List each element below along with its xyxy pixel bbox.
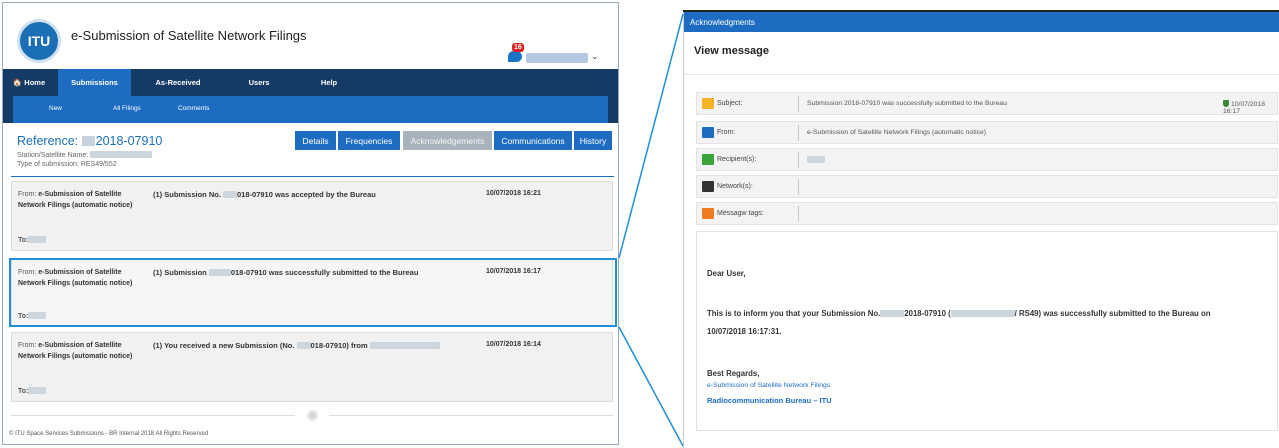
tab-history[interactable]: History <box>574 131 612 150</box>
submission-page: ITU e-Submission of Satellite Network Fi… <box>2 2 619 445</box>
message-date: 10/07/2018 16:21 <box>486 190 541 197</box>
message-from: From: e-Submission of Satellite Network … <box>18 191 133 209</box>
recipients-value <box>807 156 825 164</box>
tab-details[interactable]: Details <box>295 131 336 150</box>
loading-spinner-icon <box>307 410 318 421</box>
subject-value: Submission 2018-07910 was successfully s… <box>807 100 1007 107</box>
networks-field: Network(s): <box>696 175 1278 198</box>
message-item[interactable]: From: e-Submission of Satellite Network … <box>11 332 613 402</box>
nav-home[interactable]: 🏠 Home <box>11 69 47 96</box>
envelope-icon <box>702 98 714 109</box>
group-icon <box>702 154 714 165</box>
signature-line-2[interactable]: Radiocommunication Bureau – ITU <box>707 396 832 405</box>
redacted <box>81 136 95 146</box>
selection-highlight <box>9 258 617 327</box>
message-subject: (1) Submission No. 018-07910 was accepte… <box>153 190 376 199</box>
divider <box>11 176 614 177</box>
from-value: e-Submission of Satellite Network Filing… <box>807 129 987 136</box>
shield-icon <box>1223 100 1229 107</box>
message-from: From: e-Submission of Satellite Network … <box>18 342 133 360</box>
tags-field: Messagw tags: <box>696 202 1278 225</box>
zoom-line-top <box>618 13 684 259</box>
panel-title: View message <box>694 45 770 57</box>
message-to: To: <box>18 387 47 395</box>
subject-field: Subject: Submission 2018-07910 was succe… <box>696 92 1278 115</box>
message-date: 10/07/2018 16:14 <box>486 341 541 348</box>
subnav-comments[interactable]: Comments <box>178 105 209 112</box>
divider <box>11 415 295 416</box>
message-item[interactable]: From: e-Submission of Satellite Network … <box>11 181 613 251</box>
network-icon <box>702 181 714 192</box>
tab-frequencies[interactable]: Frequencies <box>338 131 400 150</box>
submission-type: Type of submission: RES49/552 <box>17 161 117 168</box>
tag-icon <box>702 208 714 219</box>
subnav-all-filings[interactable]: All Filings <box>113 105 141 112</box>
app-title: e-Submission of Satellite Network Filing… <box>71 28 307 43</box>
footer-text: © ITU Space Services Submissions - BR In… <box>9 431 209 437</box>
nav-as-received[interactable]: As-Received <box>133 69 223 96</box>
subnav-new[interactable]: New <box>49 105 62 112</box>
nav-users[interactable]: Users <box>225 69 293 96</box>
panel-header: Acknowledgments <box>684 12 1279 32</box>
greeting: Dear User, <box>707 269 746 278</box>
divider <box>684 74 1279 75</box>
chevron-down-icon[interactable]: ⌄ <box>591 51 599 62</box>
sub-nav: New All Filings Comments <box>3 96 618 123</box>
message-to: To: <box>18 236 47 244</box>
tab-communications[interactable]: Communications <box>494 131 572 150</box>
nav-submissions[interactable]: Submissions <box>58 69 131 96</box>
tab-acknowledgements[interactable]: Acknowledgements <box>403 131 492 150</box>
signature-line-1[interactable]: e-Submission of Satellite Network Filing… <box>707 382 830 389</box>
itu-logo[interactable]: ITU <box>17 19 61 63</box>
redacted <box>90 151 153 158</box>
reference-title: Reference: 2018-07910 <box>17 134 163 148</box>
from-field: From: e-Submission of Satellite Network … <box>696 121 1278 144</box>
body-line-1: This is to inform you that your Submissi… <box>707 309 1211 318</box>
divider <box>329 415 613 416</box>
message-body: Dear User, This is to inform you that yo… <box>696 231 1278 431</box>
nav-help[interactable]: Help <box>293 69 365 96</box>
body-line-2: 10/07/2018 16:17:31. <box>707 327 782 336</box>
user-icon <box>702 127 714 138</box>
view-message-panel: Acknowledgments View message Subject: Su… <box>683 12 1279 448</box>
chat-bubble-icon[interactable] <box>508 51 522 62</box>
notification-badge: 16 <box>512 43 524 52</box>
station-name: Station/Satellite Name: <box>17 151 153 159</box>
message-subject: (1) You received a new Submission (No. 0… <box>153 341 440 350</box>
app-header: ITU e-Submission of Satellite Network Fi… <box>3 3 618 69</box>
regards: Best Regards, <box>707 369 760 378</box>
main-nav: 🏠 Home Submissions As-Received Users Hel… <box>3 69 618 96</box>
subject-date: 10/07/2018 16:17 <box>1223 100 1266 115</box>
zoom-line-bottom <box>618 326 684 447</box>
user-menu[interactable] <box>526 53 588 63</box>
recipients-field: Recipient(s): <box>696 148 1278 171</box>
